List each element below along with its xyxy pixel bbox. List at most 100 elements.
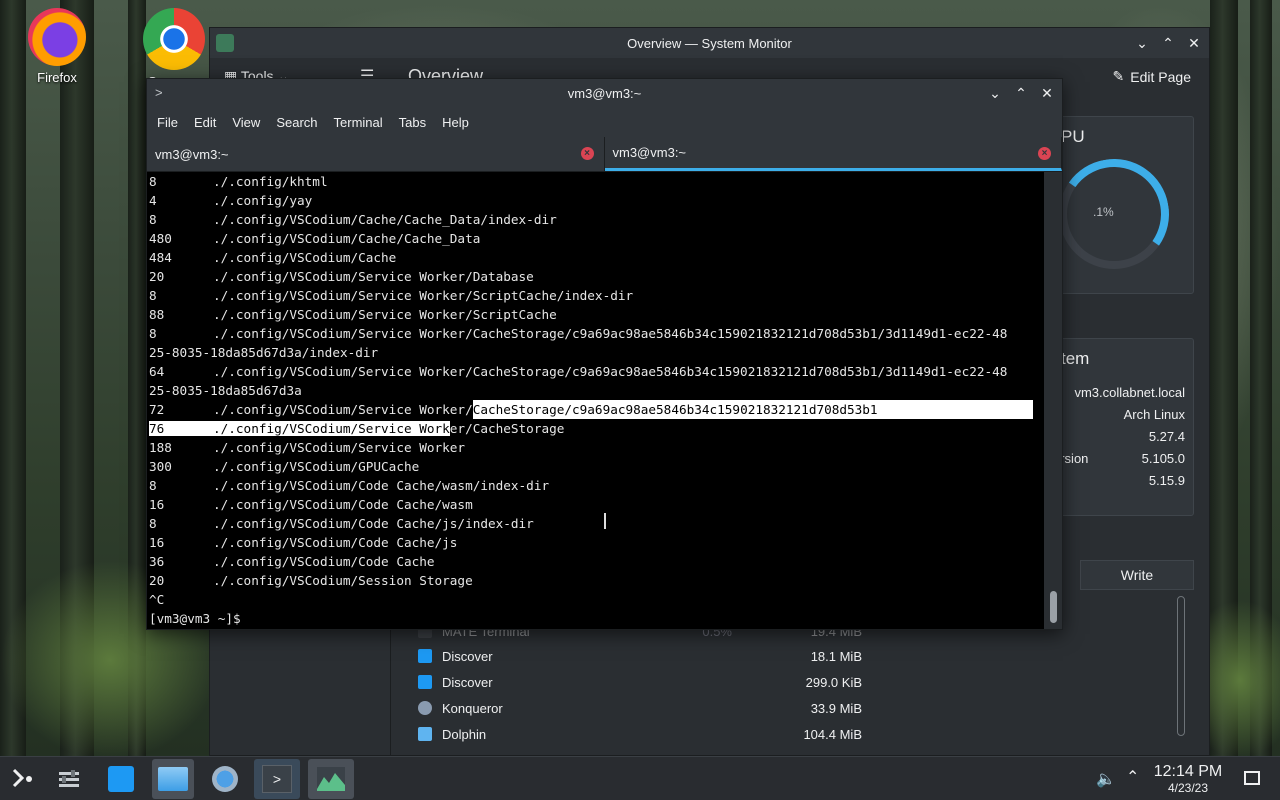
output-line: 16 ./.config/VSCodium/Code Cache/wasm (149, 497, 473, 512)
output-line: 8 ./.config/VSCodium/Code Cache/wasm/inde… (149, 478, 550, 493)
terminal-scrollbar[interactable] (1044, 172, 1062, 629)
cpu-card: PU .1% (1048, 116, 1194, 294)
output-line: 16 ./.config/VSCodium/Code Cache/js (149, 535, 458, 550)
menu-file[interactable]: File (149, 115, 186, 130)
tab-close-icon[interactable]: × (1038, 147, 1051, 160)
output-line: 64 ./.config/VSCodium/Service Worker/Cach… (149, 364, 1008, 379)
minimize-icon[interactable]: ⌄ (988, 85, 1002, 102)
tab-close-icon[interactable]: × (580, 147, 594, 160)
terminal-tab[interactable]: vm3@vm3:~ × (147, 137, 605, 171)
system-info-row: vm3.collabnet.local (1074, 385, 1185, 400)
close-icon[interactable]: ✕ (1040, 85, 1054, 102)
menu-help[interactable]: Help (434, 115, 477, 130)
close-icon[interactable]: ✕ (1187, 35, 1201, 52)
terminal-window[interactable]: > vm3@vm3:~ ⌄ ⌃ ✕ File Edit View Search … (146, 78, 1063, 630)
system-info-card: tem vm3.collabnet.local Arch Linux n 5.2… (1048, 338, 1194, 516)
system-info-row: ersion 5.105.0 (1053, 451, 1185, 466)
globe-gear-icon (212, 766, 238, 792)
text-selection: CacheStorage/c9a69ac98ae5846b34c15902183… (472, 400, 1033, 419)
scrollbar-thumb[interactable] (1050, 591, 1057, 623)
taskbar-sysmon-settings[interactable] (48, 759, 90, 799)
output-line: 88 ./.config/VSCodium/Service Worker/Scri… (149, 307, 557, 322)
output-line: 8 ./.config/khtml (149, 174, 328, 189)
maximize-icon[interactable]: ⌃ (1014, 85, 1028, 102)
menu-search[interactable]: Search (268, 115, 325, 130)
chrome-icon (143, 8, 205, 70)
volume-muted-icon[interactable]: 🔈 (1096, 769, 1116, 789)
digital-clock[interactable]: 12:14 PM 4/23/23 (1150, 763, 1226, 795)
text-selection: 76 ./.config/VSCodium/Service Work (149, 421, 450, 436)
terminal-icon: > (262, 765, 292, 793)
process-row[interactable]: Discover 299.0 KiB (410, 669, 1170, 695)
konqueror-icon (418, 701, 432, 715)
discover-icon (418, 675, 432, 689)
output-line: 484 ./.config/VSCodium/Cache (149, 250, 397, 265)
output-line: 4 ./.config/yay (149, 193, 313, 208)
system-heading: tem (1061, 349, 1090, 368)
pencil-icon: ✎ (1112, 68, 1125, 84)
terminal-titlebar[interactable]: > vm3@vm3:~ ⌄ ⌃ ✕ (147, 79, 1062, 107)
dolphin-icon (418, 727, 432, 741)
prompt-line[interactable]: [vm3@vm3 ~]$ (147, 609, 1045, 628)
cpu-percent: .1% (1093, 205, 1114, 219)
output-line: 188 ./.config/VSCodium/Service Worker (149, 440, 466, 455)
process-row[interactable]: Konqueror 33.9 MiB (410, 695, 1170, 721)
output-line-wrap: 25-8035-18da85d67d3a/index-dir (149, 345, 379, 360)
maximize-icon[interactable]: ⌃ (1161, 35, 1175, 52)
output-line-selected: 76 ./.config/VSCodium/Service Worker/Cach… (149, 421, 565, 436)
tray-expand-icon[interactable]: ⌃ (1126, 767, 1139, 787)
interrupt-line: ^C (149, 592, 165, 607)
cpu-gauge-fill (1050, 150, 1178, 278)
minimize-icon[interactable]: ⌄ (1135, 35, 1149, 52)
output-line: 8 ./.config/VSCodium/Code Cache/js/index-… (149, 516, 534, 531)
output-line: 8 ./.config/VSCodium/Service Worker/Scrip… (149, 288, 634, 303)
clock-date: 4/23/23 (1167, 781, 1209, 795)
taskbar-konqueror[interactable] (204, 759, 246, 799)
output-line: 20 ./.config/VSCodium/Service Worker/Data… (149, 269, 534, 284)
taskbar-discover[interactable] (100, 759, 142, 799)
edit-page-button[interactable]: ✎ Edit Page (1113, 68, 1191, 85)
folder-icon (158, 767, 188, 791)
firefox-icon (28, 8, 86, 66)
column-header-write[interactable]: Write (1080, 560, 1194, 590)
terminal-app-icon: > (155, 85, 163, 100)
output-line-wrap: 25-8035-18da85d67d3a (149, 383, 302, 398)
output-line: 8 ./.config/VSCodium/Cache/Cache_Data/ind… (149, 212, 557, 227)
taskbar-dolphin[interactable] (152, 759, 194, 799)
taskbar: > 🔈 ⌃ 12:14 PM 4/23/23 (0, 756, 1280, 800)
text-cursor-ibeam (604, 513, 606, 529)
terminal-cursor (241, 611, 249, 626)
process-row[interactable]: Discover 18.1 MiB (410, 643, 1170, 669)
terminal-output[interactable]: 8 ./.config/khtml 4 ./.config/yay 8 ./.conf… (147, 172, 1045, 629)
desktop-icon-label: Firefox (37, 70, 77, 85)
show-desktop-icon[interactable] (1244, 771, 1260, 785)
desktop-icon-chrome[interactable]: Go (128, 8, 220, 89)
cpu-heading: PU (1061, 127, 1085, 146)
system-monitor-icon (216, 34, 234, 52)
system-info-row: 5.15.9 (1148, 473, 1185, 488)
output-line: 480 ./.config/VSCodium/Cache/Cache_Data (149, 231, 481, 246)
terminal-tab-active[interactable]: vm3@vm3:~ × (604, 137, 1062, 171)
sysmon-titlebar[interactable]: Overview — System Monitor ⌄ ⌃ ✕ (210, 28, 1209, 58)
taskbar-terminal[interactable]: > (254, 759, 300, 799)
taskbar-system-monitor[interactable] (308, 759, 354, 799)
system-info-row: n 5.27.4 (1053, 429, 1185, 444)
kde-launcher-icon (12, 768, 32, 788)
menu-edit[interactable]: Edit (186, 115, 224, 130)
output-line: 8 ./.config/VSCodium/Service Worker/Cache… (149, 326, 1008, 341)
menu-view[interactable]: View (224, 115, 268, 130)
system-info-row: Arch Linux (1123, 407, 1185, 422)
application-launcher-button[interactable] (2, 759, 44, 799)
process-list-scrollbar[interactable] (1177, 596, 1185, 736)
discover-icon (418, 649, 432, 663)
sliders-icon (59, 770, 79, 787)
process-row[interactable]: Dolphin 104.4 MiB (410, 721, 1170, 747)
output-line: 300 ./.config/VSCodium/GPUCache (149, 459, 420, 474)
output-line: 20 ./.config/VSCodium/Session Storage (149, 573, 473, 588)
terminal-tab-bar: vm3@vm3:~ × vm3@vm3:~ × (147, 137, 1062, 172)
system-monitor-icon (317, 767, 345, 791)
desktop-icon-firefox[interactable]: Firefox (12, 8, 102, 85)
menu-terminal[interactable]: Terminal (326, 115, 391, 130)
menu-tabs[interactable]: Tabs (391, 115, 434, 130)
discover-bag-icon (108, 766, 134, 792)
